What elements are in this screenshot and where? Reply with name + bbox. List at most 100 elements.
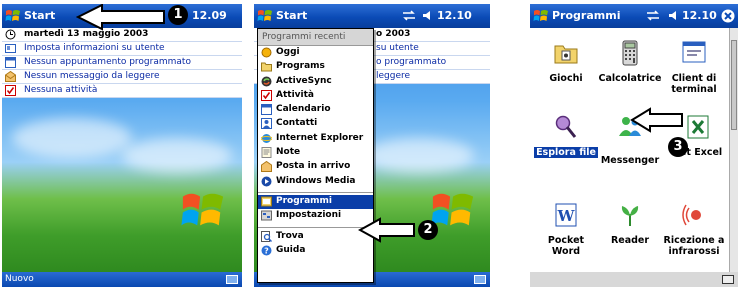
start-menu-item-oggi[interactable]: Oggi (258, 46, 373, 60)
keyboard-icon[interactable] (226, 275, 238, 284)
recent-programs-header: Programmi recenti (258, 29, 373, 46)
start-menu-item-label: Oggi (276, 47, 300, 57)
today-icon (261, 47, 272, 58)
step-badge-3: 3 (668, 137, 688, 157)
program-games[interactable]: Giochi (534, 40, 598, 84)
start-menu-item-impostazioni[interactable]: Impostazioni (258, 209, 373, 223)
terminal-client-icon (682, 41, 706, 63)
keyboard-icon[interactable] (474, 275, 486, 284)
start-menu-item-label: Windows Media (276, 175, 356, 186)
program-label: Pocket Word (547, 235, 585, 257)
speaker-icon[interactable] (422, 10, 434, 21)
program-infrared[interactable]: Ricezione a infrarossi (662, 202, 726, 257)
contacts-icon (261, 118, 272, 130)
programs-grid: Giochi Calcolatrice Client di terminal E… (530, 28, 729, 272)
start-menu-item-internet-explorer[interactable]: Internet Explorer (258, 132, 373, 146)
window-title: Programmi (552, 9, 621, 22)
scrollbar-thumb[interactable] (731, 40, 737, 130)
menu-separator (258, 189, 373, 193)
close-icon[interactable] (721, 9, 735, 23)
today-item-owner[interactable]: Imposta informazioni su utente (2, 42, 242, 56)
menu-bar: Nuovo (2, 272, 242, 287)
program-label: Messenger (600, 155, 660, 166)
calendar-icon (261, 104, 272, 116)
start-menu-item-label: Posta in arrivo (276, 161, 351, 172)
svg-text:W: W (557, 207, 576, 225)
program-label: Client di terminal (671, 73, 717, 95)
infrared-icon (682, 204, 701, 226)
start-menu-item-label: ActiveSync (276, 75, 332, 86)
start-menu-item-posta-in-arrivo[interactable]: Posta in arrivo (258, 160, 373, 174)
today-item-label: Imposta informazioni su utente (24, 43, 165, 53)
windows-start-icon[interactable] (5, 8, 21, 24)
start-menu-item-programmi[interactable]: Programmi (258, 194, 373, 210)
calendar-icon (5, 57, 16, 68)
program-file-explorer[interactable]: Esplora file (534, 114, 598, 158)
clock[interactable]: 12.10 (437, 9, 472, 22)
scrollbar[interactable] (729, 28, 738, 272)
program-calculator[interactable]: Calcolatrice (598, 40, 662, 84)
start-menu-item-note[interactable]: Note (258, 146, 373, 160)
today-item-label: su utente (376, 43, 419, 53)
envelope-icon (5, 71, 16, 82)
games-folder-icon (554, 45, 578, 64)
today-item-tasks[interactable]: Nessuna attività (2, 84, 242, 98)
program-pocket-word[interactable]: W Pocket Word (534, 202, 598, 257)
connectivity-icon[interactable] (402, 10, 416, 21)
three-step-tutorial: Start 12.09 martedì 13 maggio 2003 Impos… (0, 0, 739, 291)
start-menu-item-label: Contatti (276, 118, 318, 129)
today-date: o 2003 (376, 29, 411, 39)
today-item-label: leggere (376, 71, 411, 81)
clock[interactable]: 12.10 (682, 9, 717, 22)
screen-programs: Programmi 12.10 Giochi Calcolatrice Clie… (530, 4, 738, 287)
start-menu-item-calendario[interactable]: Calendario (258, 103, 373, 117)
note-icon (261, 147, 272, 159)
settings-icon (261, 210, 272, 221)
start-menu-item-label: Note (276, 147, 301, 158)
title-bar: Programmi 12.10 (530, 4, 738, 28)
start-menu: Programmi recenti Oggi Programs ActiveSync… (257, 28, 374, 283)
word-icon: W (555, 203, 577, 227)
start-menu-item-attivit-[interactable]: Attività (258, 89, 373, 103)
start-button[interactable]: Start (276, 9, 307, 22)
start-menu-item-label: Trova (276, 230, 304, 241)
title-bar: Start 12.10 (254, 4, 490, 28)
menu-separator (258, 224, 373, 228)
program-reader[interactable]: Reader (598, 202, 662, 246)
start-menu-item-windows-media[interactable]: Windows Media (258, 175, 373, 189)
windows-start-icon[interactable] (533, 8, 549, 24)
task-icon (5, 85, 16, 96)
keyboard-icon[interactable] (722, 275, 734, 284)
today-item-calendar[interactable]: Nessun appuntamento programmato (2, 56, 242, 70)
start-menu-item-trova[interactable]: Trova (258, 230, 373, 244)
pointer-arrow-icon (358, 217, 415, 243)
task-icon (261, 89, 272, 101)
step-badge-1: 1 (168, 5, 188, 25)
start-menu-item-programs[interactable]: Programs (258, 60, 373, 74)
today-item-inbox[interactable]: Nessun messaggio da leggere (2, 70, 242, 84)
calculator-icon (622, 40, 638, 66)
start-menu-item-guida[interactable]: ? Guida (258, 244, 373, 258)
today-item-label: Nessun messaggio da leggere (24, 71, 160, 81)
activesync-icon (261, 76, 272, 87)
folder-icon (261, 61, 272, 72)
pointer-arrow-icon (630, 107, 683, 133)
reader-icon (621, 206, 639, 226)
clock[interactable]: 12.09 (192, 9, 227, 22)
connectivity-icon[interactable] (646, 10, 660, 21)
start-menu-item-activesync[interactable]: ActiveSync (258, 75, 373, 89)
program-terminal-client[interactable]: Client di terminal (662, 40, 726, 95)
ie-icon (260, 133, 273, 144)
program-label: Calcolatrice (598, 73, 662, 84)
file-explorer-icon (555, 115, 577, 138)
program-list: Oggi Programs ActiveSync Attività Calendario… (258, 46, 373, 189)
speaker-icon[interactable] (668, 10, 680, 21)
new-button[interactable]: Nuovo (5, 274, 34, 284)
start-menu-item-contatti[interactable]: Contatti (258, 117, 373, 131)
excel-icon (687, 115, 709, 139)
today-item-label: Nessun appuntamento programmato (24, 57, 191, 67)
start-button[interactable]: Start (24, 9, 55, 22)
windows-start-icon[interactable] (257, 8, 273, 24)
programs-icon (261, 196, 272, 207)
screen-today: Start 12.09 martedì 13 maggio 2003 Impos… (2, 4, 242, 287)
